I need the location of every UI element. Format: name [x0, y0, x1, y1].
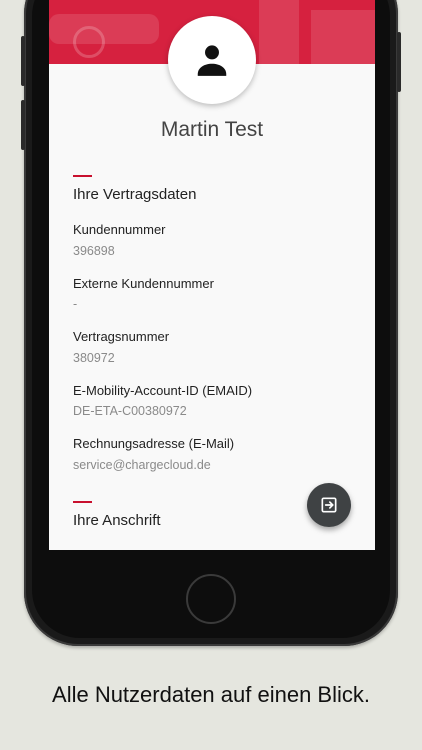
field-label-external-customer-number: Externe Kundennummer — [73, 276, 214, 291]
field-value-external-customer-number: - — [73, 297, 78, 311]
section-accent-line — [73, 501, 92, 503]
marketing-caption: Alle Nutzerdaten auf einen Blick. — [52, 682, 370, 707]
section-accent-line — [73, 175, 92, 177]
field-value-contract-number: 380972 — [73, 351, 115, 365]
logout-icon — [321, 497, 337, 513]
avatar — [168, 16, 256, 104]
field-value-customer-number: 396898 — [73, 244, 115, 258]
section-title-address: Ihre Anschrift — [73, 512, 161, 529]
phone-side-button-left-2 — [21, 100, 25, 150]
logout-button[interactable] — [307, 483, 351, 527]
app-screen: Martin Test Ihre Vertragsdaten Kundennum… — [49, 0, 375, 550]
field-value-emaid: DE-ETA-C00380972 — [73, 404, 187, 418]
hero-building — [311, 10, 375, 64]
phone-home-button[interactable] — [186, 574, 236, 624]
phone-side-button-right — [397, 32, 401, 92]
section-title-contract: Ihre Vertragsdaten — [73, 186, 197, 203]
person-icon — [197, 45, 227, 76]
field-label-customer-number: Kundennummer — [73, 222, 166, 237]
field-label-contract-number: Vertragsnummer — [73, 329, 170, 344]
hero-building — [259, 0, 299, 64]
hero-car-wheel — [73, 26, 105, 58]
field-label-emaid: E-Mobility-Account-ID (EMAID) — [73, 383, 253, 398]
phone-side-button-left-1 — [21, 36, 25, 86]
user-name: Martin Test — [160, 118, 264, 141]
field-label-billing-email: Rechnungsadresse (E-Mail) — [73, 436, 235, 451]
field-value-billing-email: service@chargecloud.de — [73, 458, 211, 472]
